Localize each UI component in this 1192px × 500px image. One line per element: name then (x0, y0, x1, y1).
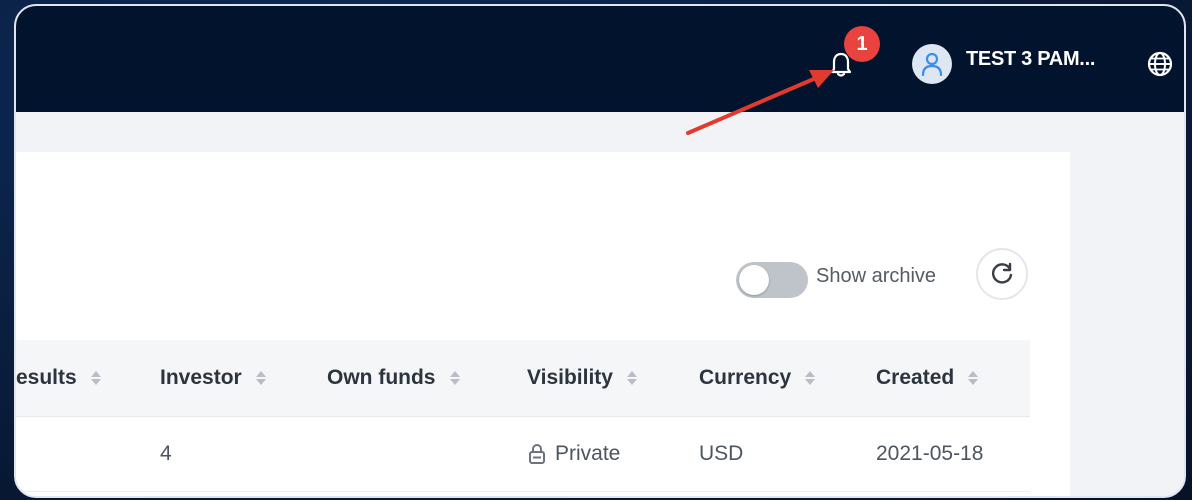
cell-created: 2021-05-18 (876, 442, 984, 465)
user-avatar[interactable] (912, 44, 952, 84)
visibility-value: Private (555, 442, 621, 465)
show-archive-toggle[interactable] (736, 262, 808, 298)
table-row[interactable]: 4 Private USD 2021-05-18 (16, 417, 1030, 492)
cell-currency: USD (699, 442, 744, 465)
table-header: esults Investor Own funds Visibility Cur… (16, 340, 1030, 417)
sort-icon (255, 371, 266, 385)
column-header-investor[interactable]: Investor (160, 340, 266, 416)
column-header-results[interactable]: esults (16, 340, 101, 416)
toggle-knob (739, 265, 769, 295)
refresh-button[interactable] (976, 248, 1028, 300)
cell-visibility: Private (527, 417, 620, 491)
sort-icon (449, 371, 460, 385)
app-window: 1 TEST 3 PAM... Show archive esults Inve… (14, 4, 1186, 498)
notification-count-badge: 1 (844, 26, 880, 62)
column-header-currency[interactable]: Currency (699, 340, 816, 416)
sort-icon (805, 371, 816, 385)
sort-icon (626, 371, 637, 385)
cell-investor: 4 (160, 442, 172, 465)
column-header-created[interactable]: Created (876, 340, 979, 416)
content-card: Show archive esults Investor Own funds V… (16, 152, 1070, 496)
lock-icon (527, 443, 547, 465)
top-navigation-bar: 1 TEST 3 PAM... (16, 6, 1184, 112)
column-header-own-funds[interactable]: Own funds (327, 340, 460, 416)
user-icon (921, 52, 943, 76)
sort-icon (968, 371, 979, 385)
sort-icon (90, 371, 101, 385)
refresh-icon (991, 262, 1013, 284)
column-header-visibility[interactable]: Visibility (527, 340, 637, 416)
show-archive-label: Show archive (816, 265, 937, 287)
globe-language-icon[interactable] (1146, 50, 1174, 78)
user-name[interactable]: TEST 3 PAM... (966, 48, 1095, 71)
